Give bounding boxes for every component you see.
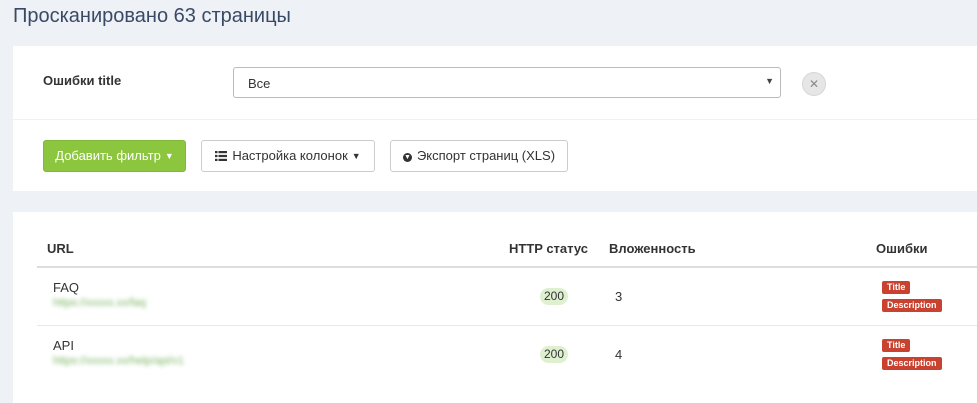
column-header-errors[interactable]: Ошибки bbox=[876, 241, 927, 256]
error-badge-title: Title bbox=[882, 281, 911, 294]
columns-settings-label: Настройка колонок bbox=[232, 148, 348, 163]
pages-table: URL HTTP статус Вложенность Ошибки FAQ h… bbox=[13, 212, 977, 403]
page-title: Просканировано 63 страницы bbox=[13, 5, 291, 27]
caret-down-icon: ▼ bbox=[164, 151, 174, 161]
column-header-http-status[interactable]: HTTP статус bbox=[509, 241, 588, 256]
export-xls-button[interactable]: ▼ Экспорт страниц (XLS) bbox=[390, 140, 568, 172]
table-row[interactable]: API https://xxxxx.xx/help/api/v1 200 4 T… bbox=[37, 326, 977, 383]
columns-settings-button[interactable]: Настройка колонок ▼ bbox=[201, 140, 375, 172]
add-filter-label: Добавить фильтр bbox=[55, 148, 161, 163]
export-label: Экспорт страниц (XLS) bbox=[416, 148, 556, 163]
http-status-badge: 200 bbox=[540, 288, 569, 305]
caret-down-icon: ▼ bbox=[351, 151, 361, 161]
download-icon: ▼ bbox=[402, 153, 412, 162]
depth-value: 4 bbox=[615, 347, 623, 362]
filter-panel: Ошибки title Все ▼ ✕ Добавить фильтр ▼ На… bbox=[13, 46, 977, 191]
select-value: Все bbox=[248, 76, 271, 91]
filter-row: Ошибки title Все ▼ ✕ bbox=[13, 46, 977, 120]
http-status-badge: 200 bbox=[540, 346, 569, 363]
toolbar: Добавить фильтр ▼ Настройка колонок ▼ ▼ Экс… bbox=[13, 120, 977, 191]
list-icon bbox=[215, 151, 228, 161]
error-badge-title: Title bbox=[882, 339, 911, 352]
filter-label: Ошибки title bbox=[43, 73, 122, 88]
title-errors-select[interactable]: Все ▼ bbox=[233, 67, 781, 98]
error-badge-description: Description bbox=[882, 299, 942, 312]
caret-down-icon: ▼ bbox=[765, 76, 774, 86]
depth-value: 3 bbox=[615, 289, 623, 304]
table-row[interactable]: FAQ https://xxxxx.xx/faq 200 3 Title Des… bbox=[37, 268, 977, 326]
error-badge-description: Description bbox=[882, 357, 942, 370]
column-header-depth[interactable]: Вложенность bbox=[609, 241, 696, 256]
column-header-url[interactable]: URL bbox=[47, 241, 74, 256]
add-filter-button[interactable]: Добавить фильтр ▼ bbox=[43, 140, 186, 172]
page-url-link[interactable]: https://xxxxx.xx/faq bbox=[53, 297, 146, 309]
close-icon[interactable]: ✕ bbox=[802, 72, 826, 96]
page-title-link[interactable]: API bbox=[53, 338, 74, 353]
page-title-link[interactable]: FAQ bbox=[53, 280, 79, 295]
page-url-link[interactable]: https://xxxxx.xx/help/api/v1 bbox=[53, 355, 184, 367]
